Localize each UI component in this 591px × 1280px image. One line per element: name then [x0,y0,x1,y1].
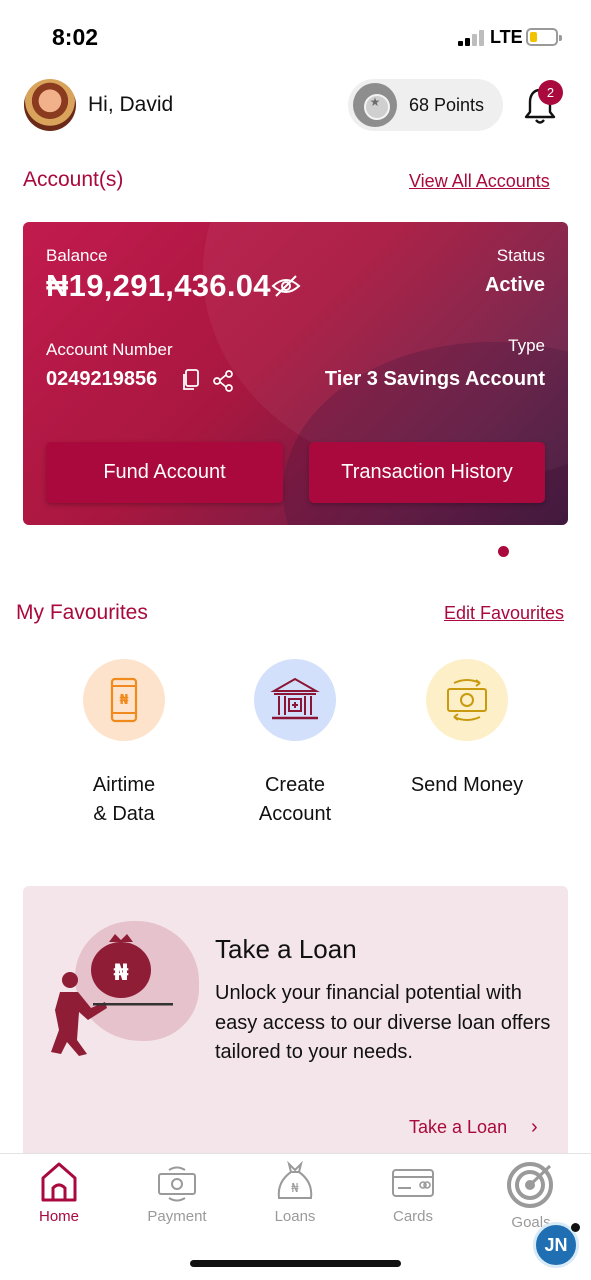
payment-icon [158,1166,196,1202]
avatar[interactable] [24,79,76,131]
battery-icon [526,28,562,46]
favourite-label-line1: Create [264,774,326,796]
chevron-right-icon[interactable]: › [531,1116,538,1139]
greeting-text: Hi, David [88,93,174,116]
signal-icon [458,30,484,46]
status-bar: 8:02 LTE [0,0,591,70]
loan-description: Unlock your financial potential with eas… [215,982,551,1063]
watermark-logo: JN [533,1222,580,1268]
view-all-accounts-link[interactable]: View All Accounts [409,171,550,192]
favourite-label-line1: Airtime [92,774,156,796]
tab-home[interactable]: Home [4,1160,114,1225]
accounts-title: Account(s) [23,168,124,191]
loans-icon: ₦ [277,1160,313,1199]
tab-payment[interactable]: Payment [122,1160,232,1225]
phone-naira-icon: ₦ [83,659,165,741]
transaction-history-button[interactable]: Transaction History [309,442,545,503]
carousel-page-dot[interactable] [498,546,509,557]
bank-building-icon [254,659,336,741]
favourites-title: My Favourites [16,601,148,624]
tab-label: Payment [147,1208,207,1225]
medal-icon: ★ [353,83,397,127]
home-icon [41,1162,77,1202]
cards-icon [392,1169,434,1197]
edit-favourites-link[interactable]: Edit Favourites [444,603,564,624]
favourite-label-line2: & Data [93,803,155,825]
points-badge[interactable]: ★ 68 Points [348,79,503,131]
type-value: Tier 3 Savings Account [324,368,545,390]
cash-transfer-icon [426,659,508,741]
hide-balance-icon[interactable] [271,274,301,298]
favourite-label-line1: Send Money [410,774,524,796]
tab-cards[interactable]: Cards [358,1160,468,1225]
svg-text:₦: ₦ [291,1181,299,1195]
tab-label: Loans [274,1208,316,1225]
network-label: LTE [490,27,523,47]
home-indicator [190,1260,401,1267]
balance-label: Balance [46,246,108,265]
goals-icon [507,1162,553,1208]
balance-value: ₦19,291,436.04 [46,268,271,303]
account-number-label: Account Number [46,340,173,359]
status-label: Status [496,246,545,265]
take-loan-link[interactable]: Take a Loan [409,1117,507,1138]
loan-title: Take a Loan [215,934,357,964]
loan-promo-card[interactable]: ₦ Take a Loan Unlock your financial pote… [23,886,568,1166]
tab-goals[interactable]: Goals [476,1160,586,1231]
share-icon[interactable] [212,370,234,392]
notification-count-badge: 2 [538,80,563,105]
copy-icon[interactable] [181,368,201,392]
tab-label: Cards [392,1208,433,1225]
points-label: 68 Points [409,95,485,115]
svg-text:₦: ₦ [113,961,128,986]
fund-account-button[interactable]: Fund Account [46,442,283,503]
favourite-airtime-data[interactable]: ₦ Airtime & Data [44,659,204,829]
account-number-value: 0249219856 [46,368,158,390]
tab-label: Home [38,1208,79,1225]
tab-loans[interactable]: ₦ Loans [240,1160,350,1225]
status-value: Active [484,274,545,296]
type-label: Type [508,336,545,355]
svg-text:₦: ₦ [119,693,128,708]
favourite-label-line2: Account [258,803,332,825]
favourite-create-account[interactable]: Create Account [215,659,375,829]
favourite-send-money[interactable]: Send Money [387,659,547,800]
loan-bag-illustration-icon: ₦ [51,934,173,1056]
account-card: Balance ₦19,291,436.04 Status Active Acc… [23,222,568,525]
status-time: 8:02 [52,24,99,50]
